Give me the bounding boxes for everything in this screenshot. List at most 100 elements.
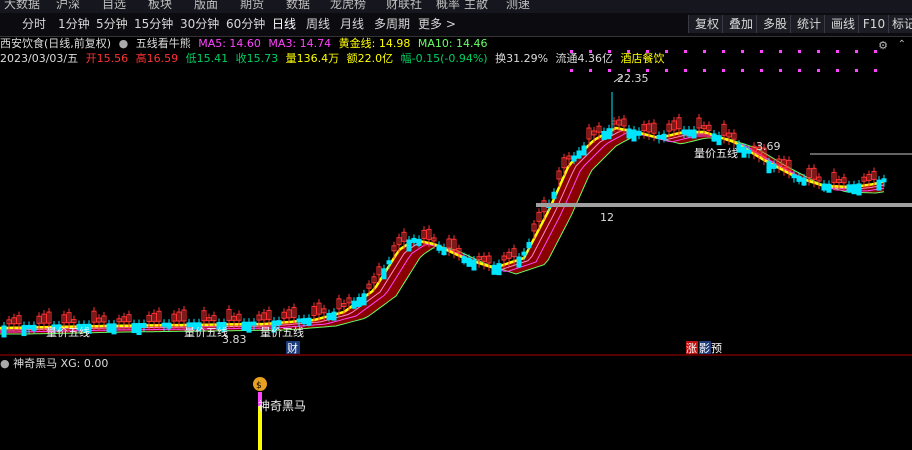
candle — [426, 228, 432, 240]
tab-fenshi[interactable]: 分时 — [22, 16, 46, 32]
candle — [66, 312, 72, 324]
candle — [836, 179, 842, 184]
candle — [211, 315, 217, 322]
quote-high: 高16.59 — [135, 52, 179, 65]
candle — [191, 322, 197, 330]
candle — [861, 176, 867, 182]
candle — [881, 178, 887, 183]
candle — [671, 120, 677, 131]
candle — [681, 129, 687, 135]
mark-button[interactable]: 标记 — [888, 15, 912, 33]
tab-monthly[interactable]: 月线 — [340, 16, 364, 32]
settings-circle-icon[interactable]: ● — [119, 37, 129, 50]
overlay-button[interactable]: 叠加 — [722, 15, 759, 33]
quote-info-line: 2023/03/03/五 开15.56 高16.59 低15.41 收15.73… — [0, 52, 669, 66]
nav-item-bankuai[interactable]: 板块 — [148, 0, 172, 12]
period-tab-bar: 分时 1分钟 5分钟 15分钟 30分钟 60分钟 日线 周线 月线 多周期 更… — [0, 13, 912, 37]
nav-item-zhusan[interactable]: 主散 — [464, 0, 488, 12]
candle — [561, 157, 567, 169]
candle — [661, 133, 667, 140]
candle — [301, 318, 307, 325]
indicator-name[interactable]: 五线看牛熊 — [136, 37, 191, 50]
sub-panel-name[interactable]: 神奇黑马 — [13, 357, 57, 370]
chevron-up-icon[interactable]: ⌃ — [898, 39, 906, 50]
candle — [41, 313, 47, 324]
candle — [611, 120, 617, 125]
candle — [456, 248, 462, 254]
black-horse-signal-bar — [258, 392, 262, 450]
yu-marker[interactable]: 预 — [711, 342, 722, 355]
settings-gear-icon[interactable]: ⚙ — [878, 39, 888, 52]
multi-stock-button[interactable]: 多股 — [756, 15, 793, 33]
f10-button[interactable]: F10 — [858, 15, 889, 33]
candle — [311, 305, 317, 316]
nav-item-longhubang[interactable]: 龙虎榜 — [330, 0, 366, 12]
black-horse-label: 神奇黑马 — [258, 399, 306, 413]
sub-settings-circle-icon[interactable]: ● — [0, 357, 10, 370]
tab-1min[interactable]: 1分钟 — [58, 16, 90, 32]
candle — [581, 145, 587, 156]
stats-button[interactable]: 统计 — [790, 15, 827, 33]
signal-dot — [874, 69, 877, 72]
nav-item-hushen[interactable]: 沪深 — [56, 0, 80, 12]
signal-dot — [646, 69, 649, 72]
signal-dot — [760, 50, 763, 53]
nav-item-qihuo[interactable]: 期货 — [240, 0, 264, 12]
nav-item-shuju[interactable]: 数据 — [286, 0, 310, 12]
candle — [231, 315, 237, 321]
candle — [1, 325, 7, 338]
nav-item-banmian[interactable]: 版面 — [194, 0, 218, 12]
tab-15min[interactable]: 15分钟 — [134, 16, 173, 32]
candle — [481, 255, 487, 262]
candle — [36, 315, 42, 324]
candle — [416, 238, 422, 246]
candle — [776, 158, 782, 166]
candle — [126, 314, 132, 323]
nav-item-cailianshe[interactable]: 财联社 — [386, 0, 422, 12]
tab-60min[interactable]: 60分钟 — [226, 16, 265, 32]
stock-name: 西安饮食(日线,前复权) — [0, 37, 112, 50]
nav-item-dashuju[interactable]: 大数据 — [4, 0, 40, 12]
candle — [826, 183, 832, 193]
cai-marker[interactable]: 财 — [287, 341, 298, 355]
candle — [741, 146, 747, 158]
candle — [161, 322, 167, 327]
tab-weekly[interactable]: 周线 — [306, 16, 330, 32]
nav-item-zixuan[interactable]: 自选 — [102, 0, 126, 12]
signal-dot — [779, 50, 782, 53]
tab-daily[interactable]: 日线 — [272, 16, 296, 32]
candle — [286, 309, 292, 319]
fuquan-button[interactable]: 复权 — [688, 15, 725, 33]
zhang-marker[interactable]: 涨 — [686, 342, 697, 355]
candle — [766, 161, 772, 174]
candle — [226, 308, 232, 321]
ying-marker[interactable]: 影 — [699, 342, 710, 355]
tab-30min[interactable]: 30分钟 — [180, 16, 219, 32]
candle — [361, 293, 367, 306]
tab-multi-period[interactable]: 多周期 — [374, 16, 410, 32]
candle — [631, 129, 637, 142]
draw-line-button[interactable]: 画线 — [824, 15, 861, 33]
quote-industry: 酒店餐饮 — [620, 52, 665, 65]
ma-ribbon-fill — [0, 128, 884, 334]
nav-item-cesu[interactable]: 测速 — [506, 0, 530, 12]
signal-label-3: 量价五线 — [260, 325, 304, 339]
candle — [511, 248, 517, 258]
kline-chart[interactable]: 22.35 3.83 3.69 12 量价五线 量价五线 量价五线 量价五线 财… — [0, 0, 912, 450]
candle — [651, 122, 657, 134]
candle — [496, 263, 502, 276]
candle — [731, 132, 737, 140]
tab-more[interactable]: 更多 > — [418, 16, 456, 32]
candle — [541, 200, 547, 213]
candle — [486, 255, 492, 264]
candle — [451, 238, 457, 251]
candle — [781, 159, 787, 169]
nav-item-gailv[interactable]: 概率 — [436, 0, 460, 12]
candle — [356, 297, 362, 308]
candle — [16, 315, 22, 325]
quote-close: 收15.73 — [235, 52, 279, 65]
tab-5min[interactable]: 5分钟 — [96, 16, 128, 32]
quote-open: 开15.56 — [85, 52, 129, 65]
candle — [306, 317, 312, 326]
candle — [111, 323, 117, 335]
